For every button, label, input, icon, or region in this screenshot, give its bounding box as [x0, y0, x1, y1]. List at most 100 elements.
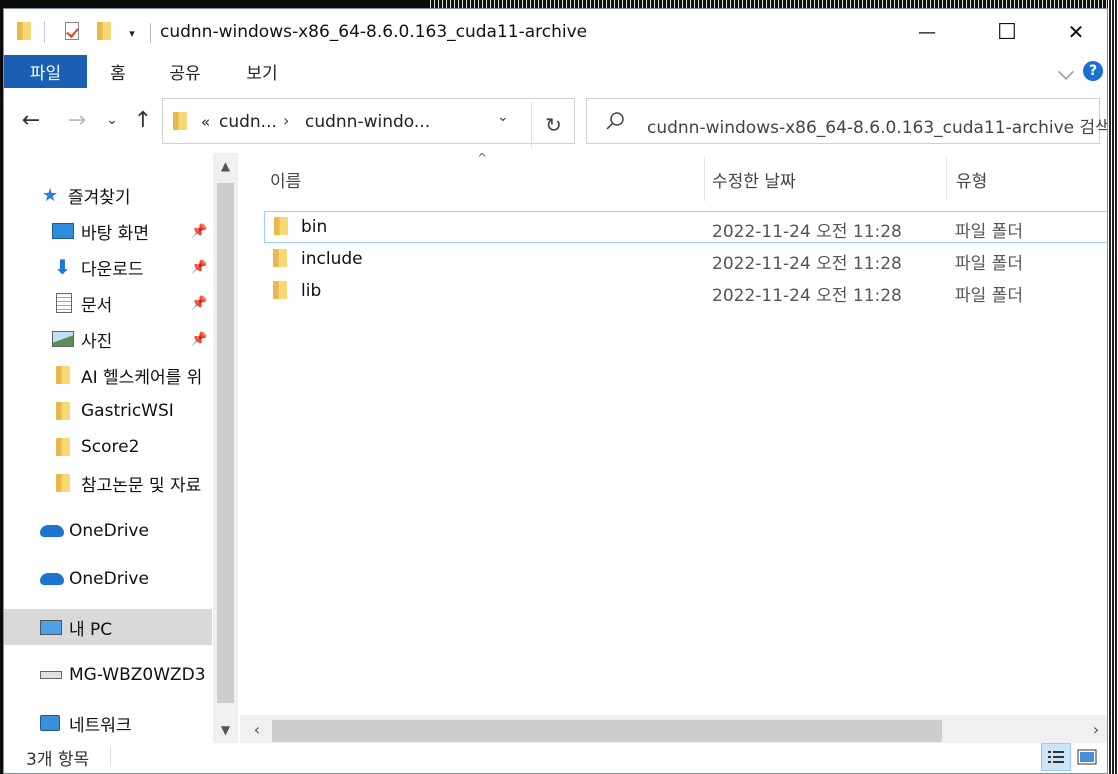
details-view-icon [1048, 751, 1064, 763]
column-header-type[interactable]: 유형 [956, 153, 987, 205]
title-divider [150, 23, 151, 43]
address-row: ← → ⌄ ↑ « cudn... › cudnn-windo... ⌄ ↻ c… [4, 95, 1107, 149]
star-icon: ★ [42, 184, 59, 206]
sidebar-item-favorites[interactable]: ★ 즐겨찾기 [4, 177, 212, 213]
sidebar-item-desktop[interactable]: 바탕 화면 📌 [4, 213, 212, 249]
file-modified: 2022-11-24 오전 11:28 [712, 286, 902, 306]
breadcrumb-item[interactable]: cudn... [219, 112, 277, 132]
up-button[interactable]: ↑ [130, 107, 156, 133]
sidebar-item-label: 네트워크 [69, 715, 132, 736]
pin-icon[interactable]: 📌 [191, 296, 207, 311]
status-divider [110, 747, 111, 767]
maximize-button[interactable]: ☐ [973, 9, 1041, 55]
file-explorer-window: ▾ cudnn-windows-x86_64-8.6.0.163_cuda11-… [3, 8, 1108, 774]
recent-locations-button[interactable]: ⌄ [99, 107, 125, 133]
large-icons-view-button[interactable] [1072, 743, 1102, 771]
tab-share[interactable]: 공유 [160, 55, 210, 88]
quick-access-divider [44, 21, 45, 43]
back-button[interactable]: ← [18, 107, 44, 133]
folder-icon [274, 217, 288, 235]
sidebar-item-network-drive[interactable]: MG-WBZ0WZD3 ( [4, 657, 212, 693]
details-view-button[interactable] [1041, 743, 1071, 771]
sidebar-item-pictures[interactable]: 사진 📌 [4, 321, 212, 357]
table-row[interactable]: bin 2022-11-24 오전 11:28 파일 폴더 [264, 211, 1107, 243]
forward-button[interactable]: → [64, 107, 90, 133]
status-bar: 3개 항목 [4, 743, 1107, 773]
folder-icon [56, 366, 70, 384]
scrollbar-thumb[interactable] [217, 183, 234, 703]
background-terminal-text [430, 0, 1118, 8]
download-icon: ⬇ [54, 255, 71, 279]
customize-toolbar-chevron-icon[interactable]: ▾ [124, 23, 140, 43]
column-divider[interactable] [704, 157, 705, 201]
sidebar-item-onedrive[interactable]: OneDrive [4, 513, 212, 549]
scroll-up-chevron-icon[interactable]: ▲ [213, 155, 238, 177]
file-list: ^ 이름 수정한 날짜 유형 bin 2022-11-24 오전 11:28 파… [240, 151, 1107, 743]
table-row[interactable]: include 2022-11-24 오전 11:28 파일 폴더 [264, 244, 1107, 276]
pin-icon[interactable]: 📌 [191, 224, 207, 239]
file-type: 파일 폴더 [955, 222, 1023, 242]
scroll-right-chevron-icon[interactable]: › [1083, 715, 1107, 743]
large-icons-view-icon [1077, 749, 1097, 765]
file-type: 파일 폴더 [955, 254, 1023, 274]
tab-file[interactable]: 파일 [4, 55, 87, 88]
address-bar[interactable]: « cudn... › cudnn-windo... ⌄ ↻ [162, 98, 575, 148]
ribbon-tabs: 파일 홈 공유 보기 ? [4, 55, 1107, 88]
sort-ascending-icon: ^ [477, 151, 488, 165]
minimize-button[interactable]: — [893, 9, 961, 55]
search-input[interactable]: cudnn-windows-x86_64-8.6.0.163_cuda11-ar… [586, 98, 1107, 144]
search-icon [606, 112, 624, 130]
column-header-name[interactable]: 이름 [270, 153, 301, 205]
sidebar-item-label: OneDrive [69, 521, 149, 541]
file-name: bin [301, 217, 328, 237]
background-window-edge [1108, 0, 1118, 774]
title-bar: ▾ cudnn-windows-x86_64-8.6.0.163_cuda11-… [4, 9, 1107, 57]
breadcrumb-overflow-button[interactable]: « [201, 113, 210, 131]
sidebar-item-references[interactable]: 참고논문 및 자료 [4, 465, 212, 501]
properties-icon[interactable] [64, 21, 80, 41]
breadcrumb-separator-chevron-icon[interactable]: › [283, 111, 289, 130]
tab-home[interactable]: 홈 [96, 55, 140, 88]
sidebar-item-score2[interactable]: Score2 [4, 429, 212, 465]
document-icon [56, 293, 72, 313]
sidebar-item-downloads[interactable]: ⬇ 다운로드 📌 [4, 249, 212, 285]
address-history-chevron-icon[interactable]: ⌄ [497, 109, 509, 125]
onedrive-icon [40, 573, 64, 585]
help-button[interactable]: ? [1083, 61, 1103, 81]
sidebar-item-label: Score2 [81, 437, 140, 457]
sidebar-item-network[interactable]: 네트워크 [4, 705, 212, 741]
sidebar-scrollbar[interactable]: ▲ ▼ [213, 153, 238, 743]
computer-icon [40, 619, 62, 635]
sidebar-item-label: MG-WBZ0WZD3 ( [69, 665, 212, 685]
expand-ribbon-chevron-icon[interactable] [1058, 64, 1074, 80]
folder-icon [173, 112, 187, 130]
sidebar-item-onedrive-2[interactable]: OneDrive [4, 561, 212, 597]
scroll-left-chevron-icon[interactable]: ‹ [244, 715, 270, 743]
file-type: 파일 폴더 [955, 286, 1023, 306]
column-header-modified[interactable]: 수정한 날짜 [712, 153, 796, 205]
tab-view[interactable]: 보기 [236, 55, 288, 88]
item-count: 3개 항목 [26, 750, 90, 770]
scrollbar-thumb[interactable] [272, 720, 942, 742]
column-divider[interactable] [946, 157, 947, 201]
horizontal-scrollbar[interactable]: ‹ › [240, 715, 1107, 743]
sidebar-item-gastricwsi[interactable]: GastricWSI [4, 393, 212, 429]
sidebar-item-ai-healthcare[interactable]: AI 헬스케어를 위 [4, 357, 212, 393]
file-name: include [301, 249, 363, 269]
pin-icon[interactable]: 📌 [191, 332, 207, 347]
sidebar-item-label: AI 헬스케어를 위 [81, 367, 203, 388]
close-button[interactable]: ✕ [1042, 9, 1107, 55]
table-row[interactable]: lib 2022-11-24 오전 11:28 파일 폴더 [264, 276, 1107, 308]
refresh-button[interactable]: ↻ [531, 102, 575, 148]
new-folder-icon[interactable] [96, 21, 112, 41]
sidebar-item-label: OneDrive [69, 569, 149, 589]
sidebar-item-label: 참고논문 및 자료 [81, 475, 202, 496]
file-modified: 2022-11-24 오전 11:28 [712, 222, 902, 242]
breadcrumb-item[interactable]: cudnn-windo... [305, 112, 430, 132]
scroll-down-chevron-icon[interactable]: ▼ [213, 719, 238, 741]
window-title: cudnn-windows-x86_64-8.6.0.163_cuda11-ar… [160, 22, 588, 42]
sidebar-item-documents[interactable]: 문서 📌 [4, 285, 212, 321]
sidebar-item-this-pc[interactable]: 내 PC [4, 609, 212, 645]
pin-icon[interactable]: 📌 [191, 260, 207, 275]
folder-icon [273, 249, 287, 267]
